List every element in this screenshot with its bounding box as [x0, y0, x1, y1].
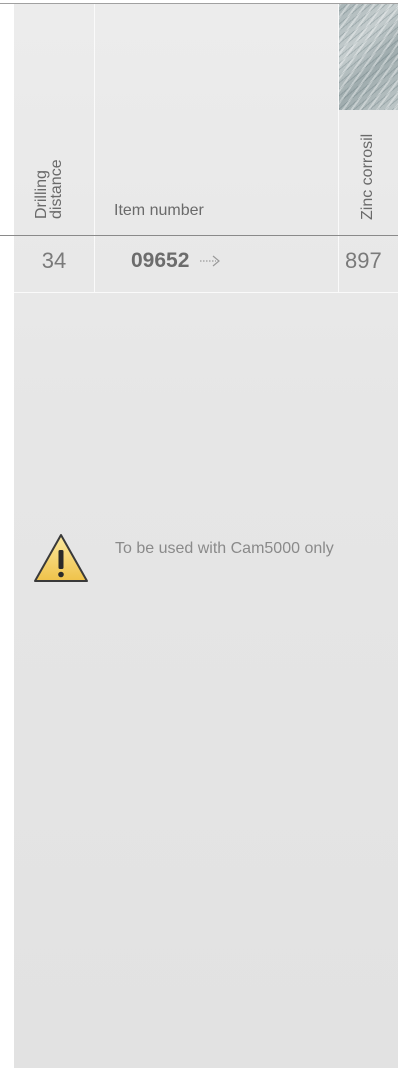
zinc-texture-swatch	[339, 4, 398, 110]
dotted-arrow-icon[interactable]	[199, 252, 223, 270]
cell-item-number[interactable]: 09652	[131, 248, 189, 274]
cell-drilling-distance: 34	[41, 248, 67, 273]
column-divider-1	[94, 4, 95, 292]
cell-zinc-corrosil: 897	[345, 248, 382, 273]
header-drilling-label: Drilling distance	[33, 159, 65, 219]
usage-note: To be used with Cam5000 only	[115, 540, 334, 557]
header-rule	[0, 235, 398, 236]
row-rule	[14, 292, 398, 293]
header-item-number: Item number	[114, 202, 204, 219]
header-drilling-distance: Drilling distance	[33, 59, 65, 219]
warning-icon	[34, 534, 88, 582]
header-zinc-corrosil: Zinc corrosil	[359, 133, 376, 220]
